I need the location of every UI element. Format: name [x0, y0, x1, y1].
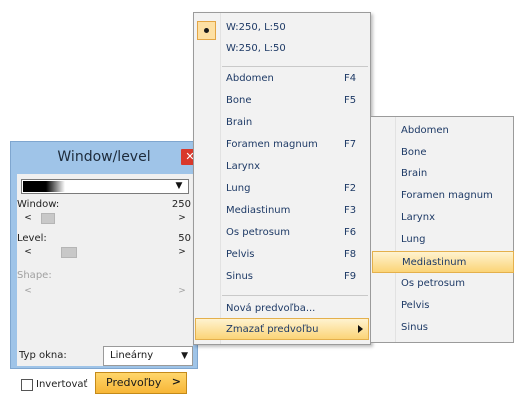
- menu-item-preset-current[interactable]: W:250, L:50: [194, 17, 370, 40]
- window-label: Window:: [17, 199, 60, 210]
- menu-item-lung[interactable]: Lung F2: [194, 178, 370, 200]
- level-slider-thumb[interactable]: [61, 247, 77, 258]
- color-lut-dropdown[interactable]: ▼: [21, 179, 189, 194]
- menu-item-os-petrosum[interactable]: Os petrosum F6: [194, 222, 370, 244]
- menu-item-shortcut: F8: [344, 249, 357, 260]
- submenu-item-label: Brain: [401, 168, 428, 179]
- submenu-item-bone[interactable]: Bone: [371, 142, 513, 164]
- menu-item-label: Os petrosum: [226, 227, 290, 238]
- delete-preset-submenu: Abdomen Bone Brain Foramen magnum Larynx…: [370, 116, 514, 343]
- submenu-item-label: Bone: [401, 147, 427, 158]
- chevron-down-icon[interactable]: ▼: [181, 347, 188, 365]
- menu-item-label: Lung: [226, 183, 251, 194]
- window-type-label: Typ okna:: [19, 350, 67, 361]
- submenu-item-brain[interactable]: Brain: [371, 163, 513, 185]
- submenu-item-larynx[interactable]: Larynx: [371, 207, 513, 229]
- menu-item-shortcut: F4: [344, 73, 357, 84]
- level-value: 50: [178, 233, 191, 244]
- menu-item-label: Foramen magnum: [226, 139, 318, 150]
- menu-item-shortcut: F5: [344, 95, 357, 106]
- submenu-item-sinus[interactable]: Sinus: [371, 317, 513, 339]
- lut-gradient-preview: [23, 181, 65, 192]
- window-value: 250: [171, 199, 191, 210]
- menu-item-label: Pelvis: [226, 249, 255, 260]
- submenu-item-label: Pelvis: [401, 300, 430, 311]
- menu-item-label: Larynx: [226, 161, 260, 172]
- menu-item-abdomen[interactable]: Abdomen F4: [194, 68, 370, 90]
- menu-item-sinus[interactable]: Sinus F9: [194, 266, 370, 288]
- menu-item-shortcut: F9: [344, 271, 357, 282]
- menu-separator: [222, 66, 368, 67]
- submenu-item-mediastinum[interactable]: Mediastinum: [372, 251, 514, 273]
- presets-button[interactable]: Predvoľby >: [95, 372, 187, 394]
- menu-item-pelvis[interactable]: Pelvis F8: [194, 244, 370, 266]
- submenu-item-pelvis[interactable]: Pelvis: [371, 295, 513, 317]
- menu-item-label: Zmazať predvoľbu: [226, 324, 319, 335]
- menu-item-shortcut: F6: [344, 227, 357, 238]
- menu-item-brain[interactable]: Brain: [194, 112, 370, 134]
- submenu-item-lung[interactable]: Lung: [371, 229, 513, 251]
- scroll-left-icon[interactable]: <: [21, 246, 35, 259]
- window-type-value: Lineárny: [110, 350, 154, 361]
- submenu-item-abdomen[interactable]: Abdomen: [371, 120, 513, 142]
- submenu-item-label: Mediastinum: [402, 257, 467, 268]
- submenu-item-label: Lung: [401, 234, 426, 245]
- scroll-right-icon[interactable]: >: [175, 212, 189, 225]
- menu-item-label: W:250, L:50: [226, 43, 286, 54]
- menu-item-bone[interactable]: Bone F5: [194, 90, 370, 112]
- window-slider-thumb[interactable]: [41, 213, 55, 224]
- menu-item-label: Nová predvoľba...: [226, 303, 316, 314]
- submenu-item-os-petrosum[interactable]: Os petrosum: [371, 273, 513, 295]
- menu-item-delete-preset[interactable]: Zmazať predvoľbu: [195, 318, 369, 340]
- menu-separator: [222, 295, 368, 296]
- menu-item-shortcut: F7: [344, 139, 357, 150]
- menu-item-mediastinum[interactable]: Mediastinum F3: [194, 200, 370, 222]
- menu-item-label: Mediastinum: [226, 205, 291, 216]
- scroll-left-icon[interactable]: <: [21, 212, 35, 225]
- invert-label: Invertovať: [36, 379, 88, 390]
- window-slider[interactable]: < >: [21, 212, 189, 225]
- presets-menu: W:250, L:50 W:250, L:50 Abdomen F4 Bone …: [193, 12, 371, 345]
- chevron-down-icon[interactable]: ▼: [170, 180, 188, 193]
- level-slider[interactable]: < >: [21, 246, 189, 259]
- window-type-select[interactable]: Lineárny ▼: [103, 346, 193, 366]
- submenu-item-foramen-magnum[interactable]: Foramen magnum: [371, 185, 513, 207]
- shape-label: Shape:: [17, 270, 52, 281]
- invert-checkbox[interactable]: [21, 379, 33, 391]
- submenu-arrow-icon: [358, 325, 363, 333]
- menu-item-larynx[interactable]: Larynx: [194, 156, 370, 178]
- window-level-panel: Window/level ✕ ▼ Window: 250 < > Level: …: [10, 141, 199, 394]
- menu-item-shortcut: F3: [344, 205, 357, 216]
- submenu-item-label: Foramen magnum: [401, 190, 493, 201]
- menu-item-shortcut: F2: [344, 183, 357, 194]
- menu-item-foramen-magnum[interactable]: Foramen magnum F7: [194, 134, 370, 156]
- menu-item-preset-default[interactable]: W:250, L:50: [194, 38, 370, 60]
- scroll-left-icon: <: [24, 286, 32, 296]
- menu-item-label: Bone: [226, 95, 252, 106]
- chevron-right-icon: >: [171, 375, 181, 388]
- scroll-right-icon[interactable]: >: [175, 246, 189, 259]
- menu-item-new-preset[interactable]: Nová predvoľba...: [194, 298, 370, 320]
- menu-item-label: W:250, L:50: [226, 22, 286, 33]
- panel-body: ▼ Window: 250 < > Level: 50 < > Shape: <…: [17, 174, 193, 391]
- menu-item-label: Sinus: [226, 271, 254, 282]
- shape-slider: < >: [21, 285, 189, 298]
- panel-title: Window/level: [57, 149, 151, 165]
- scroll-right-icon: >: [178, 286, 186, 296]
- presets-button-label: Predvoľby: [106, 376, 162, 389]
- submenu-item-label: Os petrosum: [401, 278, 465, 289]
- level-label: Level:: [17, 233, 47, 244]
- menu-item-label: Abdomen: [226, 73, 274, 84]
- submenu-item-label: Larynx: [401, 212, 435, 223]
- menu-item-label: Brain: [226, 117, 253, 128]
- radio-dot-icon: [204, 28, 209, 33]
- submenu-item-label: Abdomen: [401, 125, 449, 136]
- submenu-item-label: Sinus: [401, 322, 429, 333]
